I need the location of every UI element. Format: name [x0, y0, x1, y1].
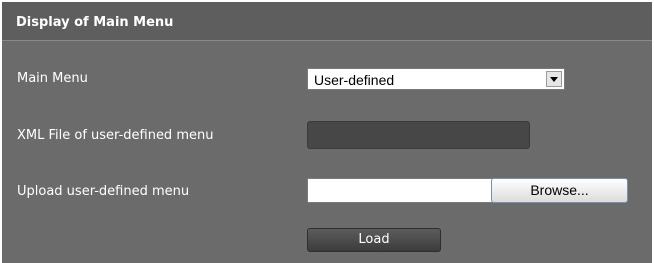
section-header: Display of Main Menu: [2, 2, 652, 41]
settings-panel: Display of Main Menu Main Menu User-defi…: [2, 2, 652, 263]
upload-label: Upload user-defined menu: [17, 184, 190, 199]
xml-file-field: [307, 121, 530, 149]
section-title: Display of Main Menu: [16, 15, 174, 30]
browse-button[interactable]: Browse...: [491, 178, 628, 203]
chevron-down-icon[interactable]: [546, 71, 562, 87]
upload-file-input[interactable]: [307, 178, 493, 203]
main-menu-label: Main Menu: [17, 71, 88, 86]
main-menu-select-value: User-defined: [314, 72, 395, 88]
load-button[interactable]: Load: [307, 228, 441, 252]
main-menu-select[interactable]: User-defined: [307, 68, 565, 90]
xml-file-label: XML File of user-defined menu: [17, 128, 214, 143]
